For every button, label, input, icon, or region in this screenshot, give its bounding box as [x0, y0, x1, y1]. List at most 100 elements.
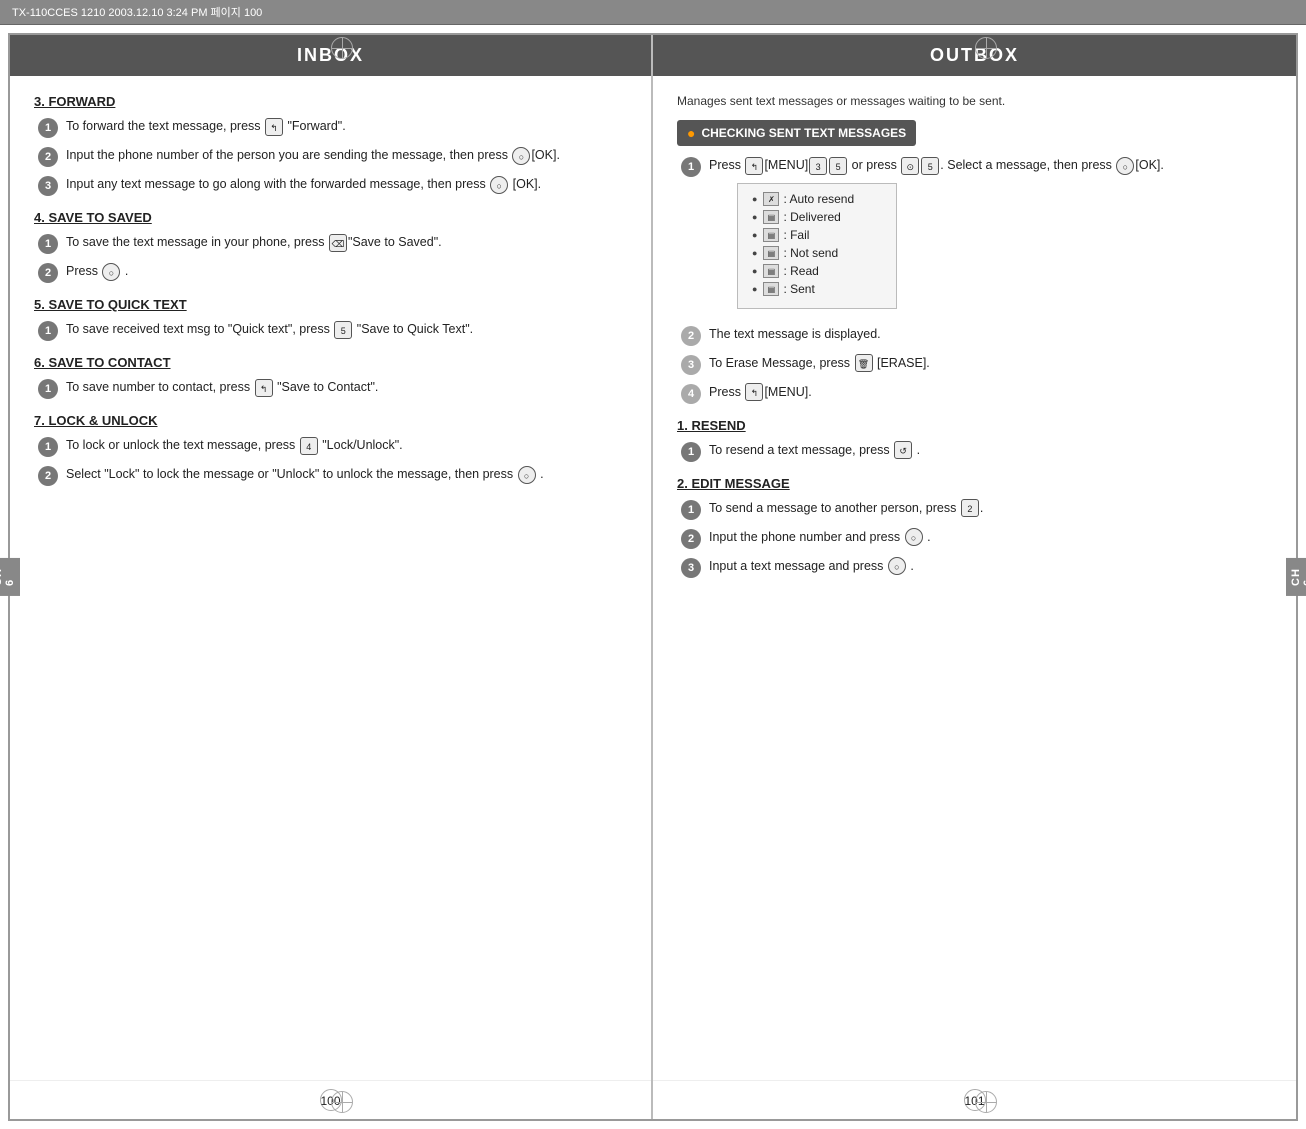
step-row: 1 To lock or unlock the text message, pr… — [38, 436, 627, 457]
status-icon-auto: ✗ — [763, 192, 779, 206]
menu-icon: ↰ — [745, 157, 763, 175]
step-row: 1 To resend a text message, press ↺ . — [681, 441, 1272, 462]
btn-icon2: 5 — [829, 157, 847, 175]
step-text: To Erase Message, press 🗑 [ERASE]. — [709, 354, 1272, 373]
forward-steps: 1 To forward the text message, press ↰ "… — [38, 117, 627, 196]
btn-icon: 3 — [809, 157, 827, 175]
section-lock-unlock: 7. LOCK & UNLOCK — [34, 413, 627, 428]
step-num-1: 1 — [38, 379, 58, 399]
status-item: ▤ : Read — [752, 264, 882, 278]
status-item: ▤ : Not send — [752, 246, 882, 260]
circle-icon: ○ — [102, 263, 120, 281]
step-row: 3 Input a text message and press ○ . — [681, 557, 1272, 578]
step-row: 4 Press ↰[MENU]. — [681, 383, 1272, 404]
step-row: 1 To save the text message in your phone… — [38, 233, 627, 254]
inbox-page: CH6 INBOX 3. FORWARD 1 To forward the te… — [10, 35, 653, 1119]
ok-icon: ○ — [512, 147, 530, 165]
step-text: To save number to contact, press ↰ "Save… — [66, 378, 627, 397]
checking-steps: 1 Press ↰[MENU]35 or press ⊙5. Select a … — [681, 156, 1272, 404]
status-label: : Sent — [783, 282, 814, 296]
step-num-1: 1 — [681, 442, 701, 462]
step-row: 1 To forward the text message, press ↰ "… — [38, 117, 627, 138]
section-edit-message: 2. EDIT MESSAGE — [677, 476, 1272, 491]
step-num-2: 2 — [38, 147, 58, 167]
step-num-1: 1 — [38, 234, 58, 254]
status-label: : Not send — [783, 246, 838, 260]
lock-icon: 4 — [300, 437, 318, 455]
step-row: 2 The text message is displayed. — [681, 325, 1272, 346]
menu-icon2: ↰ — [745, 383, 763, 401]
section-resend: 1. RESEND — [677, 418, 1272, 433]
edit-message-steps: 1 To send a message to another person, p… — [681, 499, 1272, 578]
step-num-1: 1 — [38, 321, 58, 341]
status-item: ▤ : Fail — [752, 228, 882, 242]
step-row: 2 Input the phone number of the person y… — [38, 146, 627, 167]
checking-sent-box: CHECKING SENT TEXT MESSAGES — [677, 120, 916, 146]
right-side-tab: CH6 — [1286, 558, 1306, 596]
step-row: 3 To Erase Message, press 🗑 [ERASE]. — [681, 354, 1272, 375]
step-row: 1 To save received text msg to "Quick te… — [38, 320, 627, 341]
ok-icon: ○ — [490, 176, 508, 194]
top-bar-text: TX-110CCES 1210 2003.12.10 3:24 PM 페이지 1… — [12, 7, 262, 19]
ok-icon: ○ — [518, 466, 536, 484]
step-1-container: Press ↰[MENU]35 or press ⊙5. Select a me… — [709, 156, 1272, 317]
status-icon-delivered: ▤ — [763, 210, 779, 224]
status-icon-read: ▤ — [763, 264, 779, 278]
step-text: Press ↰[MENU]35 or press ⊙5. Select a me… — [709, 156, 1272, 175]
step-num-2: 2 — [38, 263, 58, 283]
step-num-2: 2 — [681, 326, 701, 346]
step-row: 1 To send a message to another person, p… — [681, 499, 1272, 520]
step-text: Input a text message and press ○ . — [709, 557, 1272, 576]
step-num-1: 1 — [38, 437, 58, 457]
step-row: 2 Input the phone number and press ○ . — [681, 528, 1272, 549]
step-num-3: 3 — [681, 558, 701, 578]
step-row: 3 Input any text message to go along wit… — [38, 175, 627, 196]
status-label: : Fail — [783, 228, 809, 242]
top-bar: TX-110CCES 1210 2003.12.10 3:24 PM 페이지 1… — [0, 0, 1306, 25]
step-row: 2 Select "Lock" to lock the message or "… — [38, 465, 627, 486]
quick-text-icon: 5 — [334, 321, 352, 339]
step-text: Input the phone number of the person you… — [66, 146, 627, 165]
ok-icon: ○ — [1116, 157, 1134, 175]
step-text: Press ○ . — [66, 262, 627, 281]
erase-icon: 🗑 — [855, 354, 873, 372]
step-num-4: 4 — [681, 384, 701, 404]
section-save-quick: 5. SAVE TO QUICK TEXT — [34, 297, 627, 312]
send-icon: 2 — [961, 499, 979, 517]
forward-icon: ↰ — [265, 118, 283, 136]
section-save-saved: 4. SAVE TO SAVED — [34, 210, 627, 225]
step-num-3: 3 — [681, 355, 701, 375]
step-text: To save the text message in your phone, … — [66, 233, 627, 252]
step-num-1: 1 — [38, 118, 58, 138]
save-quick-steps: 1 To save received text msg to "Quick te… — [38, 320, 627, 341]
outbox-content: Manages sent text messages or messages w… — [653, 76, 1296, 1080]
step-text: To send a message to another person, pre… — [709, 499, 1272, 518]
status-icon-sent: ▤ — [763, 282, 779, 296]
status-icon-notsend: ▤ — [763, 246, 779, 260]
inbox-header: INBOX — [10, 35, 651, 76]
step-num-1: 1 — [681, 500, 701, 520]
ok-icon: ○ — [888, 557, 906, 575]
status-item: ▤ : Sent — [752, 282, 882, 296]
outbox-subtitle: Manages sent text messages or messages w… — [677, 94, 1272, 108]
lock-unlock-steps: 1 To lock or unlock the text message, pr… — [38, 436, 627, 486]
step-text: To lock or unlock the text message, pres… — [66, 436, 627, 455]
step-text: Input the phone number and press ○ . — [709, 528, 1272, 547]
step-row: 1 To save number to contact, press ↰ "Sa… — [38, 378, 627, 399]
save-saved-steps: 1 To save the text message in your phone… — [38, 233, 627, 283]
btn-icon3: ⊙ — [901, 157, 919, 175]
status-label: : Auto resend — [783, 192, 854, 206]
main-area: CH6 INBOX 3. FORWARD 1 To forward the te… — [8, 33, 1298, 1121]
status-label: : Delivered — [783, 210, 840, 224]
outbox-page: CH6 OUTBOX Manages sent text messages or… — [653, 35, 1296, 1119]
step-text: To forward the text message, press ↰ "Fo… — [66, 117, 627, 136]
inbox-content: 3. FORWARD 1 To forward the text message… — [10, 76, 651, 1080]
status-item: ✗ : Auto resend — [752, 192, 882, 206]
step-num-3: 3 — [38, 176, 58, 196]
checking-sent-label: CHECKING SENT TEXT MESSAGES — [701, 126, 906, 140]
step-row: 2 Press ○ . — [38, 262, 627, 283]
status-icon-fail: ▤ — [763, 228, 779, 242]
section-forward: 3. FORWARD — [34, 94, 627, 109]
contact-icon: ↰ — [255, 379, 273, 397]
ok-icon: ○ — [905, 528, 923, 546]
